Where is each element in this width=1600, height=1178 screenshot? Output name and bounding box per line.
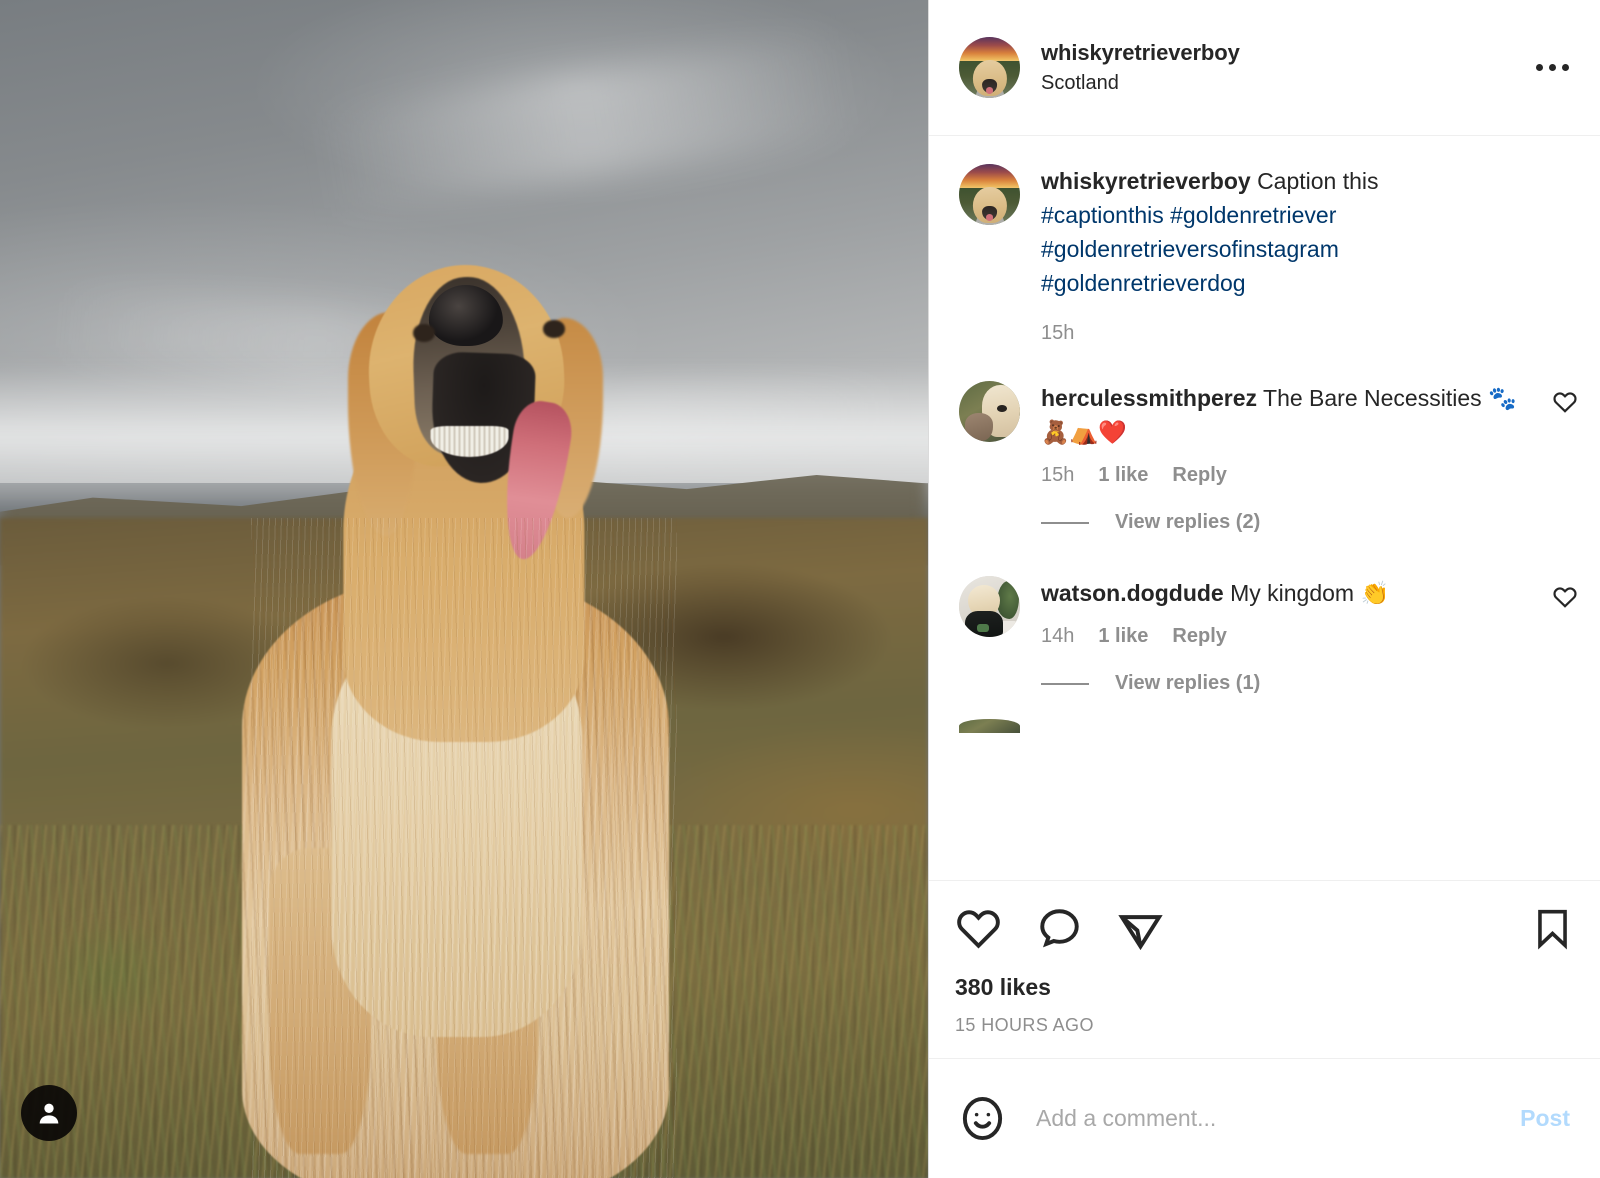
comment-bubble-icon (1040, 909, 1079, 948)
comment-likes[interactable]: 1 like (1098, 626, 1148, 646)
view-replies-dash (1041, 521, 1089, 524)
caption-timestamp: 15h (1041, 322, 1075, 344)
likes-count[interactable]: 380 likes (955, 974, 1574, 1001)
action-icon-bar (955, 905, 1574, 952)
avatar-dog-nose (996, 405, 1007, 413)
view-replies-button[interactable]: View replies (2) (1041, 511, 1540, 534)
post-comment-button[interactable]: Post (1516, 1105, 1574, 1132)
post-sidebar: whiskyretrieverboy Scotland whiskyretrie… (928, 0, 1600, 1178)
more-dot-icon (1548, 64, 1556, 71)
post-timestamp: 15 HOURS AGO (955, 1015, 1094, 1035)
avatar-sky (959, 164, 1020, 190)
caption-hashtags-line-2[interactable]: #goldenretrieversofinstagram (1041, 236, 1339, 262)
avatar-image (959, 576, 1020, 637)
dog-eye (412, 323, 436, 342)
caption-text: whiskyretrieverboy Caption this #captiont… (1041, 164, 1578, 300)
comment-username[interactable]: watson.dogdude (1041, 580, 1224, 606)
avatar-image (959, 381, 1020, 442)
comment-timestamp: 14h (1041, 625, 1075, 647)
emoji-picker-button[interactable] (959, 1095, 1006, 1142)
comment-username[interactable]: herculessmithperez (1041, 385, 1257, 411)
view-replies-dash (1041, 682, 1089, 685)
heart-icon (1553, 392, 1577, 413)
paper-plane-icon (1118, 915, 1163, 951)
comments-list[interactable]: whiskyretrieverboy Caption this #captiont… (929, 136, 1600, 880)
post-actions: 380 likes 15 HOURS AGO (929, 880, 1600, 1058)
comment-body: watson.dogdude My kingdom 👏 14h 1 like R… (1041, 576, 1540, 701)
heart-icon (1553, 587, 1577, 608)
comment-body-text: My kingdom 👏 (1230, 580, 1390, 606)
like-button[interactable] (955, 905, 1002, 952)
comment-like-button[interactable] (1552, 381, 1578, 420)
caption-hashtags-line-1[interactable]: #captionthis #goldenretriever (1041, 202, 1336, 228)
comment-input[interactable] (1036, 1105, 1517, 1132)
view-replies-button[interactable]: View replies (1) (1041, 672, 1540, 695)
post-photo[interactable] (0, 0, 928, 1178)
save-button[interactable] (1531, 907, 1574, 950)
more-dot-icon (1561, 64, 1569, 71)
comment-text: herculessmithperez The Bare Necessities … (1041, 381, 1540, 449)
comment-row: watson.dogdude My kingdom 👏 14h 1 like R… (929, 548, 1600, 709)
comment-reply-button[interactable]: Reply (1172, 626, 1226, 646)
avatar[interactable] (959, 164, 1020, 225)
avatar-dog-tongue (985, 214, 994, 221)
tagged-people-badge[interactable] (21, 1085, 77, 1141)
comment-body: herculessmithperez The Bare Necessities … (1041, 381, 1540, 540)
caption-row: whiskyretrieverboy Caption this #captiont… (929, 136, 1600, 353)
comment-likes[interactable]: 1 like (1098, 465, 1148, 485)
avatar-harness-patch (977, 623, 990, 632)
more-dot-icon (1535, 64, 1543, 71)
comment-timestamp: 15h (1041, 464, 1075, 486)
add-comment-bar: Post (929, 1058, 1600, 1178)
smiley-icon (962, 1096, 1003, 1141)
caption-body: whiskyretrieverboy Caption this #captiont… (1041, 164, 1578, 345)
comment-meta: 14h 1 like Reply (1041, 626, 1540, 646)
view-replies-label: View replies (2) (1115, 511, 1261, 533)
view-replies-label: View replies (1) (1115, 672, 1261, 694)
share-button[interactable] (1117, 905, 1164, 952)
dog-eye (542, 320, 566, 339)
comment-row: herculessmithperez The Bare Necessities … (929, 353, 1600, 548)
comment-button[interactable] (1036, 905, 1083, 952)
comment-reply-button[interactable]: Reply (1172, 465, 1226, 485)
avatar-image (959, 37, 1020, 98)
post-header: whiskyretrieverboy Scotland (929, 0, 1600, 136)
avatar-dog-tongue (985, 87, 994, 94)
heart-icon (957, 910, 1000, 949)
comment-like-button[interactable] (1552, 576, 1578, 615)
avatar-sky (959, 37, 1020, 63)
person-icon (39, 1103, 59, 1124)
instagram-post: whiskyretrieverboy Scotland whiskyretrie… (0, 0, 1600, 1178)
avatar[interactable] (959, 381, 1020, 442)
photo-dog (0, 0, 928, 1178)
more-options-button[interactable] (1526, 42, 1578, 94)
avatar-plant (996, 580, 1019, 619)
next-comment-avatar-partial (959, 719, 1020, 733)
avatar-image (959, 164, 1020, 225)
header-text: whiskyretrieverboy Scotland (1041, 41, 1240, 94)
avatar[interactable] (959, 576, 1020, 637)
comment-text: watson.dogdude My kingdom 👏 (1041, 576, 1540, 610)
avatar[interactable] (959, 37, 1020, 98)
caption-body-text: Caption this (1257, 168, 1379, 194)
header-location[interactable]: Scotland (1041, 72, 1240, 94)
header-username[interactable]: whiskyretrieverboy (1041, 41, 1240, 65)
comment-meta: 15h 1 like Reply (1041, 465, 1540, 485)
caption-username[interactable]: whiskyretrieverboy (1041, 168, 1251, 194)
caption-hashtags-line-3[interactable]: #goldenretrieverdog (1041, 270, 1246, 296)
avatar-teddy-bear (965, 412, 994, 441)
bookmark-icon (1538, 909, 1567, 950)
avatar-background (959, 719, 1020, 733)
